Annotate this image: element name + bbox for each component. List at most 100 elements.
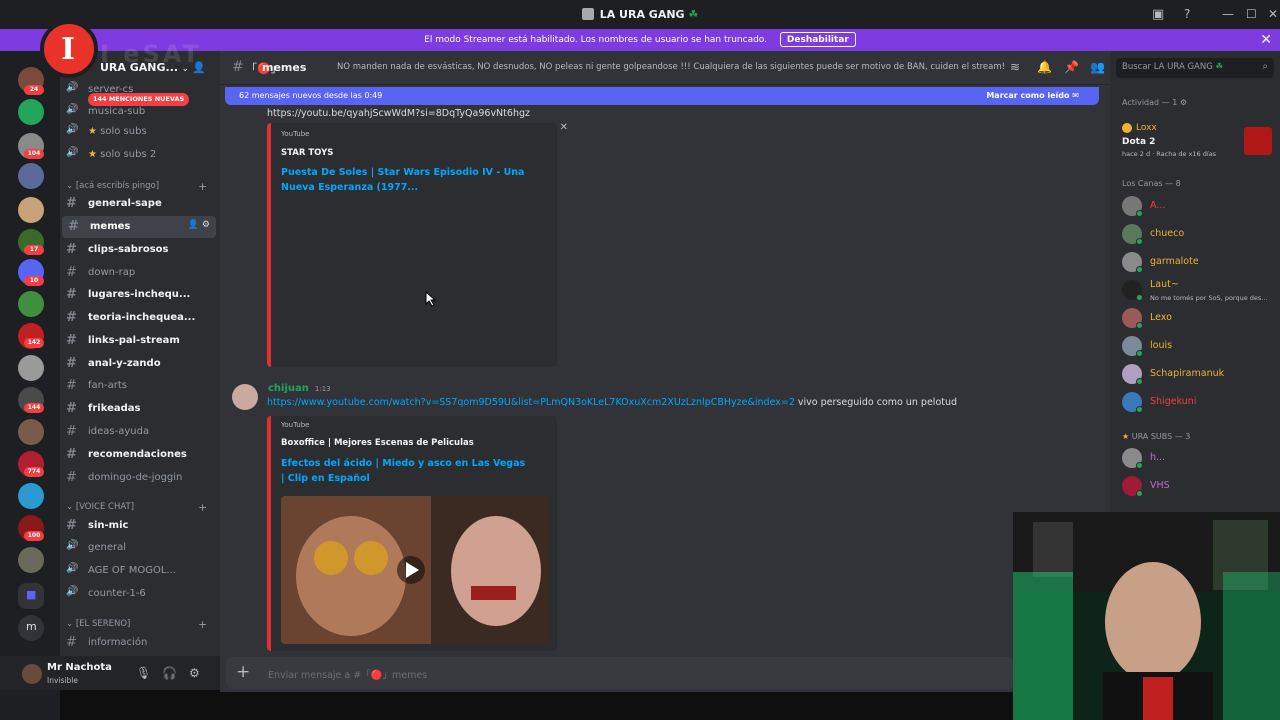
hash-icon: # <box>68 219 79 234</box>
help-icon[interactable]: ? <box>1184 7 1190 21</box>
server-icon[interactable] <box>18 355 44 381</box>
member-item[interactable]: A... <box>1120 195 1276 219</box>
server-icon[interactable] <box>18 99 44 125</box>
inbox-icon[interactable]: ▣ <box>1152 7 1164 22</box>
message-author[interactable]: chijuan 1:13 <box>268 383 331 394</box>
voice-channel[interactable]: 🔊 ★ solo subs <box>60 121 220 143</box>
channel-item-ideas-ayuda[interactable]: # ideas-ayuda <box>60 421 220 443</box>
status-dot <box>1136 490 1143 497</box>
server-icon[interactable] <box>18 291 44 317</box>
channel-item-counter-1-6[interactable]: 🔊 counter-1-6 <box>60 583 220 605</box>
gear-icon[interactable]: ⚙ <box>189 666 200 680</box>
activity-card[interactable]: Loxx Dota 2 hace 2 d · Racha de x16 días <box>1116 117 1274 163</box>
member-item[interactable]: VHS <box>1120 475 1276 499</box>
bell-icon[interactable]: 🔔 <box>1037 60 1052 74</box>
channel-item-age-of-mogol[interactable]: 🔊 AGE OF MOGOL... <box>60 560 220 582</box>
add-channel-icon[interactable]: + <box>198 618 207 631</box>
speaker-icon: 🔊 <box>66 586 79 597</box>
channel-logo: I <box>40 20 98 78</box>
voice-channel[interactable]: 🔊 musica-sub <box>60 101 220 123</box>
add-channel-icon[interactable]: + <box>198 180 207 193</box>
channel-item-memes[interactable]: #memes👤 ⚙▸ <box>62 216 216 238</box>
member-item[interactable]: louis <box>1120 335 1276 359</box>
embed-author[interactable]: STAR TOYS <box>281 148 333 158</box>
voice-channel[interactable]: 🔊 ★ solo subs 2 <box>60 144 220 166</box>
folder-icon[interactable]: ■ <box>18 583 44 609</box>
category-header[interactable]: ⌄ [EL SERENO] + <box>66 618 207 631</box>
disable-streamer-button[interactable]: Deshabilitar <box>779 32 856 47</box>
close-icon[interactable]: ✕ <box>1260 29 1272 51</box>
channel-item-sin-mic[interactable]: # sin-mic <box>60 515 220 537</box>
speaker-icon: 🔊 <box>66 124 79 135</box>
channel-item-clips-sabrosos[interactable]: #clips-sabrosos▸ <box>60 239 220 261</box>
channel-item-recomendaciones[interactable]: #recomendaciones▸ <box>60 444 220 466</box>
avatar[interactable] <box>232 384 258 410</box>
threads-icon[interactable]: ≋ <box>1010 60 1020 74</box>
member-item[interactable]: garmalote <box>1120 251 1276 275</box>
hash-icon: # <box>66 310 77 325</box>
new-messages-bar[interactable]: 62 mensajes nuevos desde las 0:49 Marcar… <box>225 87 1099 105</box>
search-input[interactable]: Buscar LA URA GANG ☘ ⌕ <box>1116 58 1274 78</box>
server-icon[interactable] <box>18 197 44 223</box>
message-link[interactable]: https://www.youtube.com/watch?v=SS7qom9D… <box>267 397 795 408</box>
channel-item-fan-arts[interactable]: # fan-arts <box>60 375 220 397</box>
member-item[interactable]: h... <box>1120 447 1276 471</box>
channel-item-down-rap[interactable]: # down-rap <box>60 262 220 284</box>
embed-author[interactable]: Boxoffice | Mejores Escenas de Peliculas <box>281 438 474 448</box>
channel-item-general[interactable]: 🔊 general <box>60 537 220 559</box>
category-header[interactable]: ⌄ [acá escribís pingo] + <box>66 180 207 193</box>
add-channel-icon[interactable]: + <box>198 501 207 514</box>
add-attachment-icon[interactable]: + <box>236 662 250 682</box>
maximize-button[interactable]: ☐ <box>1246 7 1257 21</box>
gear-icon[interactable]: ⚙ <box>1180 98 1187 107</box>
status-dot <box>1136 350 1143 357</box>
member-item[interactable]: Laut~ No me tomés por SoS, porque des... <box>1120 279 1276 303</box>
status-dot <box>1136 210 1143 217</box>
message-composer[interactable]: + Enviar mensaje a #「🔴」memes <box>226 657 1014 689</box>
channel-name: memes <box>262 61 307 74</box>
member-item[interactable]: chueco <box>1120 223 1276 247</box>
channel-item-teoria-inchequea[interactable]: #teoria-inchequea...▸ <box>60 307 220 329</box>
message-input[interactable]: Enviar mensaje a #「🔴」memes <box>268 667 427 681</box>
server-icon[interactable] <box>18 483 44 509</box>
minimize-button[interactable]: — <box>1222 7 1234 21</box>
speaker-icon: 🔊 <box>66 540 79 551</box>
hash-icon: # <box>232 59 244 75</box>
close-icon[interactable]: ✕ <box>560 122 568 133</box>
webcam-image <box>1013 512 1280 720</box>
microphone-icon[interactable]: 🎙 <box>136 666 151 680</box>
channel-item-anal-y-zando[interactable]: #anal-y-zando▸ <box>60 353 220 375</box>
pin-icon[interactable]: 📌 <box>1064 60 1079 74</box>
activity-user: Loxx <box>1136 123 1157 133</box>
channel-item-general-sape[interactable]: #general-sape▸ <box>60 193 220 215</box>
channel-settings-icon[interactable]: 👤 ⚙ <box>188 220 210 230</box>
mouse-cursor-icon <box>425 291 437 307</box>
member-item[interactable]: Schapiramanuk <box>1120 363 1276 387</box>
server-icon[interactable] <box>18 547 44 573</box>
server-icon[interactable] <box>18 419 44 445</box>
category-header[interactable]: ⌄ [VOICE CHAT] + <box>66 501 207 514</box>
avatar <box>1122 123 1132 133</box>
member-item[interactable]: Shigekuni <box>1120 391 1276 415</box>
channel-topic[interactable]: NO manden nada de esvásticas, NO desnudo… <box>337 62 1005 72</box>
member-item[interactable]: Lexo <box>1120 307 1276 331</box>
channel-item-lugares-inchequ[interactable]: #lugares-inchequ...▸ <box>60 284 220 306</box>
server-icon[interactable] <box>18 163 44 189</box>
embed-title[interactable]: Efectos del ácido | Miedo y asco en Las … <box>281 456 531 486</box>
members-icon[interactable]: 👥 <box>1090 60 1105 74</box>
status-dot <box>1136 378 1143 385</box>
server-icon[interactable]: m <box>18 615 44 641</box>
channel-item-frikeadas[interactable]: #frikeadas▸ <box>60 398 220 420</box>
avatar[interactable] <box>22 664 42 684</box>
video-thumbnail[interactable] <box>281 496 549 644</box>
close-button[interactable]: ✕ <box>1268 7 1278 21</box>
member-name: Shigekuni <box>1150 396 1197 407</box>
channel-item-domingo-de-joggin[interactable]: # domingo-de-joggin <box>60 467 220 489</box>
embed-title[interactable]: Puesta De Soles | Star Wars Episodio IV … <box>281 165 531 195</box>
mark-as-read-button[interactable]: Marcar como leído ✉ <box>986 87 1079 105</box>
headphones-icon[interactable]: 🎧 <box>162 666 177 680</box>
channel-item[interactable]: # información <box>60 632 220 654</box>
message-link[interactable]: https://youtu.be/qyahjScwWdM?si=8DqTyQa9… <box>267 108 530 119</box>
channel-item-links-pal-stream[interactable]: #links-pal-stream▸ <box>60 330 220 352</box>
search-icon: ⌕ <box>1262 61 1268 72</box>
